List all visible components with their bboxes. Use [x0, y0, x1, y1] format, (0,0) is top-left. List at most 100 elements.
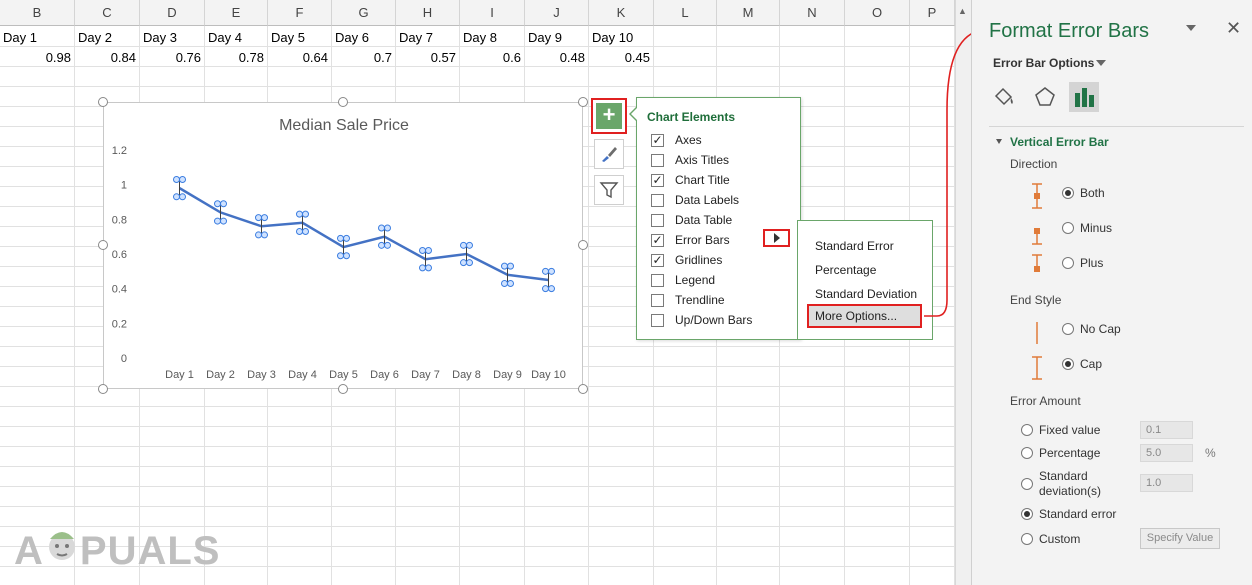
radio-button[interactable] [1021, 478, 1033, 490]
column-header[interactable]: E [205, 0, 268, 26]
chart-element-error-bars[interactable]: ✓ Error Bars [651, 230, 730, 250]
checkbox[interactable] [651, 193, 664, 207]
radio-button[interactable] [1021, 533, 1033, 545]
value-cell[interactable]: 0.57 [396, 48, 456, 68]
header-cell[interactable]: Day 10 [592, 28, 633, 48]
value-cell[interactable]: 0.6 [460, 48, 521, 68]
chart-element-gridlines[interactable]: ✓ Gridlines [651, 250, 722, 270]
tab-effects[interactable] [1030, 82, 1060, 112]
chart-element-chart-title[interactable]: ✓ Chart Title [651, 170, 730, 190]
checkbox[interactable] [651, 313, 664, 327]
header-cell[interactable]: Day 5 [271, 28, 305, 48]
vertical-scrollbar[interactable]: ▲ [955, 0, 971, 585]
value-cell[interactable]: 0.7 [332, 48, 392, 68]
header-cell[interactable]: Day 7 [399, 28, 433, 48]
chart-element-axis-titles[interactable]: Axis Titles [651, 150, 729, 170]
header-cell[interactable]: Day 9 [528, 28, 562, 48]
column-header[interactable]: N [780, 0, 845, 26]
chart-elements-button[interactable]: + [591, 98, 627, 134]
checkbox[interactable]: ✓ [651, 173, 664, 187]
value-cell[interactable]: 0.64 [268, 48, 328, 68]
column-header[interactable]: D [140, 0, 205, 26]
checkbox[interactable] [651, 153, 664, 167]
column-header[interactable]: K [589, 0, 654, 26]
close-icon[interactable]: ✕ [1226, 18, 1241, 39]
menu-item-percentage[interactable]: Percentage [815, 263, 876, 277]
radio-button[interactable] [1062, 222, 1074, 234]
standard-deviation-input[interactable]: 1.0 [1140, 474, 1193, 492]
chart-element-up-down-bars[interactable]: Up/Down Bars [651, 310, 752, 330]
fixed-value-option[interactable]: Fixed value [1021, 423, 1100, 437]
menu-item-standard-deviation[interactable]: Standard Deviation [815, 287, 917, 301]
column-header[interactable]: B [0, 0, 75, 26]
column-header[interactable]: C [75, 0, 140, 26]
vertical-error-bar-section[interactable]: Vertical Error Bar [1010, 135, 1109, 149]
percentage-option[interactable]: Percentage [1021, 446, 1100, 460]
chart-element-data-table[interactable]: Data Table [651, 210, 732, 230]
tab-fill-line[interactable] [989, 82, 1019, 112]
chart-element-legend[interactable]: Legend [651, 270, 715, 290]
direction-plus-option[interactable]: Plus [1062, 256, 1103, 270]
radio-button[interactable] [1062, 257, 1074, 269]
value-cell[interactable]: 0.45 [589, 48, 650, 68]
direction-both-option[interactable]: Both [1062, 186, 1105, 200]
value-cell[interactable]: 0.76 [140, 48, 201, 68]
column-header[interactable]: M [717, 0, 780, 26]
radio-button[interactable] [1021, 508, 1033, 520]
radio-button[interactable] [1021, 424, 1033, 436]
fixed-value-input[interactable]: 0.1 [1140, 421, 1193, 439]
column-header[interactable]: G [332, 0, 396, 26]
checkbox[interactable]: ✓ [651, 133, 664, 147]
header-cell[interactable]: Day 4 [208, 28, 242, 48]
direction-minus-option[interactable]: Minus [1062, 221, 1112, 235]
standard-error-option[interactable]: Standard error [1021, 507, 1116, 521]
chart-area[interactable]: Median Sale Price 0 0.2 0.4 0.6 0.8 1 1.2 Day 1 D… [103, 102, 583, 389]
pane-options-dropdown-icon[interactable] [1186, 25, 1196, 31]
chart-resize-handle[interactable] [98, 384, 108, 394]
chart-resize-handle[interactable] [338, 384, 348, 394]
chart-resize-handle[interactable] [98, 97, 108, 107]
tab-error-bar-options[interactable] [1069, 82, 1099, 112]
chart-styles-button[interactable] [594, 139, 624, 169]
checkbox[interactable] [651, 293, 664, 307]
header-cell[interactable]: Day 2 [78, 28, 112, 48]
custom-option[interactable]: Custom [1021, 532, 1080, 546]
chart-resize-handle[interactable] [578, 240, 588, 250]
chart-element-data-labels[interactable]: Data Labels [651, 190, 739, 210]
more-options-menu-item[interactable]: More Options... [807, 304, 922, 328]
chart-filters-button[interactable] [594, 175, 624, 205]
column-header[interactable]: O [845, 0, 910, 26]
chart-resize-handle[interactable] [578, 384, 588, 394]
column-header[interactable]: P [910, 0, 955, 26]
standard-deviation-option[interactable]: Standard deviation(s) [1021, 469, 1101, 499]
checkbox[interactable]: ✓ [651, 233, 664, 247]
scroll-up-icon[interactable]: ▲ [958, 6, 967, 16]
column-header[interactable]: J [525, 0, 589, 26]
chart-resize-handle[interactable] [338, 97, 348, 107]
checkbox[interactable] [651, 213, 664, 227]
chart-element-trendline[interactable]: Trendline [651, 290, 725, 310]
error-bar-options-label[interactable]: Error Bar Options [993, 56, 1094, 70]
column-header[interactable]: H [396, 0, 460, 26]
radio-button[interactable] [1062, 323, 1074, 335]
column-header[interactable]: L [654, 0, 717, 26]
header-cell[interactable]: Day 6 [335, 28, 369, 48]
column-header[interactable]: F [268, 0, 332, 26]
radio-button[interactable] [1062, 187, 1074, 199]
chevron-down-icon[interactable] [1096, 60, 1106, 66]
cap-option[interactable]: Cap [1062, 357, 1102, 371]
checkbox[interactable] [651, 273, 664, 287]
collapse-icon[interactable] [996, 139, 1002, 144]
header-cell[interactable]: Day 3 [143, 28, 177, 48]
chart-element-axes[interactable]: ✓ Axes [651, 130, 702, 150]
value-cell[interactable]: 0.48 [525, 48, 585, 68]
value-cell[interactable]: 0.98 [0, 48, 71, 68]
header-cell[interactable]: Day 1 [3, 28, 37, 48]
header-cell[interactable]: Day 8 [463, 28, 497, 48]
radio-button[interactable] [1021, 447, 1033, 459]
value-cell[interactable]: 0.84 [75, 48, 136, 68]
column-header[interactable]: I [460, 0, 525, 26]
percentage-input[interactable]: 5.0 [1140, 444, 1193, 462]
chart-resize-handle[interactable] [98, 240, 108, 250]
specify-value-button[interactable]: Specify Value [1140, 528, 1220, 549]
